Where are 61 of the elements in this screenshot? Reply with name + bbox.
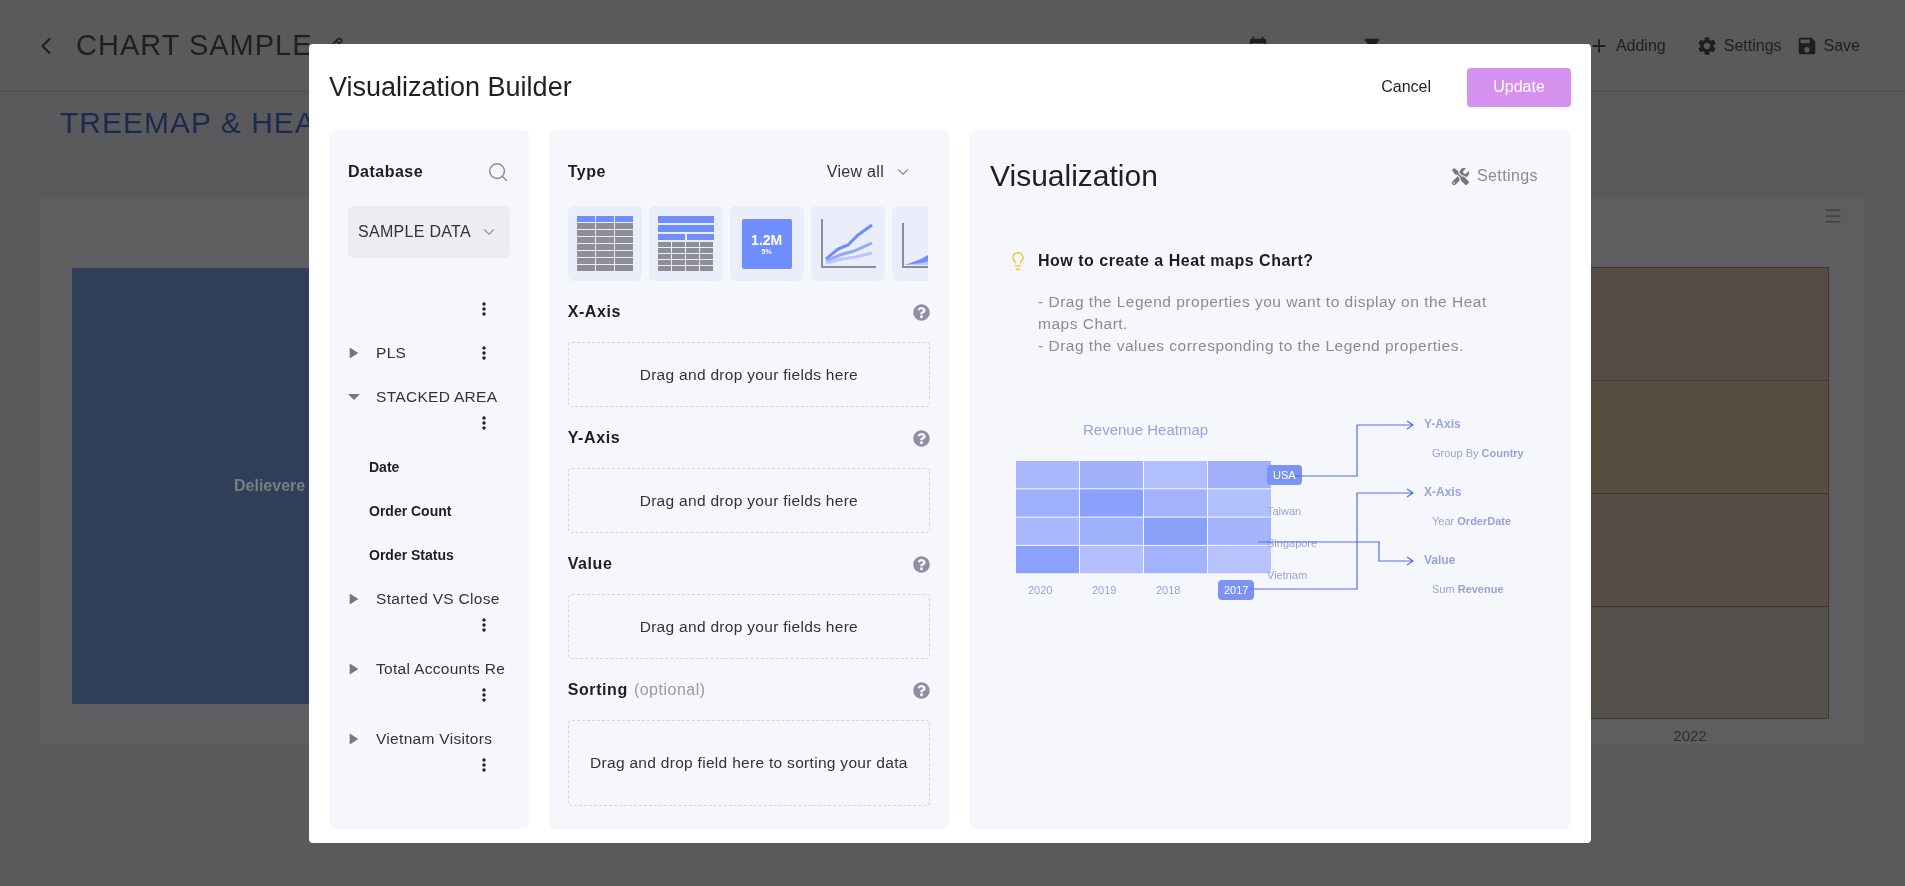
optional-note: (optional) bbox=[633, 681, 706, 699]
tree-item[interactable]: Vietnam Visitors bbox=[376, 726, 493, 752]
chart-type-option[interactable] bbox=[810, 206, 885, 281]
help-icon[interactable] bbox=[913, 429, 930, 447]
panel-heading: Database bbox=[348, 163, 424, 181]
tree-item[interactable]: STACKED AREA bbox=[376, 384, 498, 410]
tree-item[interactable]: Total Accounts Re bbox=[376, 656, 506, 682]
mapping-detail: Year OrderDate bbox=[1432, 515, 1512, 527]
kpi-value: 1.2M bbox=[751, 232, 783, 248]
help-text: - Drag the values corresponding to the Legend properties. bbox=[1038, 336, 1465, 356]
help-title: How to create a Heat maps Chart? bbox=[1038, 252, 1315, 270]
table-chart-icon bbox=[576, 215, 633, 272]
caret-right-icon[interactable] bbox=[348, 733, 360, 745]
pivot-table-icon bbox=[657, 215, 714, 272]
panel-heading: Type bbox=[567, 163, 606, 181]
field-label: X-Axis bbox=[567, 303, 622, 321]
page-title: CHART SAMPLE bbox=[76, 29, 313, 62]
tree-item[interactable]: PLS bbox=[376, 340, 407, 366]
caret-right-icon[interactable] bbox=[348, 663, 360, 675]
help-icon[interactable] bbox=[913, 555, 930, 573]
column-label: 2018 bbox=[1156, 584, 1181, 596]
treemap-label: Delievere bbox=[234, 477, 306, 495]
field-label: Value bbox=[567, 555, 613, 573]
drop-zone[interactable]: Drag and drop your fields here bbox=[567, 468, 930, 533]
chart-type-option[interactable] bbox=[567, 206, 642, 281]
column-label: 2017 bbox=[1218, 580, 1255, 600]
view-all-button[interactable]: View all bbox=[826, 163, 912, 181]
field-item[interactable]: Order Status bbox=[348, 542, 529, 568]
mapping-detail: Sum Revenue bbox=[1432, 583, 1504, 595]
help-icon[interactable] bbox=[913, 303, 930, 321]
cancel-button[interactable]: Cancel bbox=[1359, 68, 1453, 106]
panel-title: Visualization bbox=[990, 159, 1158, 193]
drop-zone[interactable]: Drag and drop field here to sorting your data bbox=[567, 720, 930, 806]
caret-right-icon[interactable] bbox=[348, 593, 360, 605]
field-item[interactable]: Order Count bbox=[348, 498, 529, 524]
mapping-label: Value bbox=[1424, 553, 1456, 567]
help-text: - Drag the Legend properties you want to display on the Heat maps Chart. bbox=[1038, 292, 1488, 334]
search-icon[interactable] bbox=[486, 161, 509, 183]
chart-type-option[interactable] bbox=[648, 206, 723, 281]
caret-down-icon[interactable] bbox=[348, 391, 360, 403]
mapping-label: X-Axis bbox=[1424, 485, 1462, 499]
help-icon[interactable] bbox=[913, 681, 930, 699]
row-label: Vietnam bbox=[1267, 569, 1308, 581]
column-label: 2019 bbox=[1092, 584, 1117, 596]
mapping-label: Y-Axis bbox=[1424, 417, 1461, 431]
tools-icon bbox=[1452, 167, 1469, 185]
field-label: Y-Axis bbox=[567, 429, 621, 447]
mapping-detail: Group By Country bbox=[1432, 447, 1524, 459]
line-chart-icon bbox=[819, 218, 876, 269]
field-item[interactable]: Date bbox=[348, 454, 529, 480]
modal-title: Visualization Builder bbox=[329, 71, 572, 103]
drop-zone[interactable]: Drag and drop your fields here bbox=[567, 342, 930, 407]
tree-item[interactable]: Started VS Close bbox=[376, 586, 500, 612]
settings-icon[interactable] bbox=[1695, 34, 1718, 57]
row-label: USA bbox=[1267, 465, 1302, 485]
drop-zone[interactable]: Drag and drop your fields here bbox=[567, 594, 930, 659]
column-label: 2020 bbox=[1028, 584, 1053, 596]
caret-right-icon[interactable] bbox=[348, 347, 360, 359]
field-label: Sorting bbox=[567, 681, 628, 699]
database-dropdown[interactable]: SAMPLE DATA bbox=[348, 206, 510, 258]
chart-title: Revenue Heatmap bbox=[1083, 421, 1209, 438]
